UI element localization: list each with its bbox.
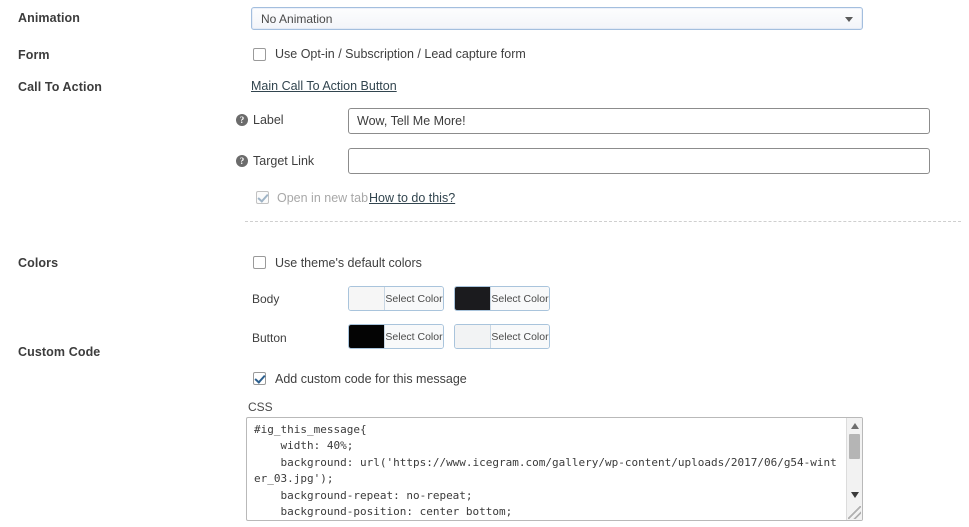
open-in-new-tab-label: Open in new tab — [277, 191, 369, 205]
scrollbar-thumb[interactable] — [849, 434, 860, 459]
animation-select-value: No Animation — [261, 12, 333, 26]
open-in-new-tab-checkbox[interactable] — [256, 191, 269, 204]
row-label-form: Form — [18, 48, 50, 62]
color-swatch — [455, 325, 491, 348]
form-optin-label: Use Opt-in / Subscription / Lead capture… — [275, 47, 526, 61]
color-swatch — [349, 287, 385, 310]
row-label-call-to-action: Call To Action — [18, 80, 103, 94]
css-textarea[interactable]: #ig_this_message{ width: 40%; background… — [247, 418, 847, 520]
color-row-label-body: Body — [252, 292, 280, 306]
cta-label-field-label: Label — [253, 113, 284, 127]
row-label-animation: Animation — [18, 11, 81, 25]
scroll-up-arrow-icon[interactable] — [851, 423, 859, 429]
css-textarea-label: CSS — [248, 400, 273, 414]
css-textarea-wrapper: #ig_this_message{ width: 40%; background… — [246, 417, 863, 521]
button-color-picker-secondary[interactable]: Select Color — [454, 324, 550, 349]
scroll-down-arrow-icon[interactable] — [851, 492, 859, 498]
select-color-label: Select Color — [385, 287, 443, 310]
select-color-label: Select Color — [491, 325, 549, 348]
select-color-label: Select Color — [385, 325, 443, 348]
use-theme-default-colors-label: Use theme's default colors — [275, 256, 422, 270]
settings-panel: Animation No Animation Form Use Opt-in /… — [0, 0, 969, 527]
chevron-down-icon — [845, 17, 853, 22]
add-custom-code-label: Add custom code for this message — [275, 372, 467, 386]
css-textarea-scrollbar[interactable] — [846, 418, 862, 520]
cta-target-field-label: Target Link — [253, 154, 315, 168]
how-to-do-this-link[interactable]: How to do this? — [369, 191, 455, 205]
body-color-picker-secondary[interactable]: Select Color — [454, 286, 550, 311]
cta-label-input[interactable] — [348, 108, 930, 134]
resize-grip-icon[interactable] — [848, 506, 861, 519]
use-theme-default-colors-checkbox[interactable] — [253, 256, 266, 269]
button-color-picker-primary[interactable]: Select Color — [348, 324, 444, 349]
color-swatch — [349, 325, 385, 348]
row-label-colors: Colors — [18, 256, 59, 270]
main-call-to-action-button-link[interactable]: Main Call To Action Button — [251, 79, 397, 93]
body-color-picker-primary[interactable]: Select Color — [348, 286, 444, 311]
cta-target-link-input[interactable] — [348, 148, 930, 174]
help-circle-icon-target-link[interactable]: ? — [236, 155, 248, 167]
help-circle-icon-label[interactable]: ? — [236, 114, 248, 126]
add-custom-code-checkbox[interactable] — [253, 372, 266, 385]
color-row-label-button: Button — [252, 331, 287, 345]
row-label-custom-code: Custom Code — [18, 345, 101, 359]
select-color-label: Select Color — [491, 287, 549, 310]
animation-select[interactable]: No Animation — [251, 7, 863, 30]
color-swatch — [455, 287, 491, 310]
form-optin-checkbox[interactable] — [253, 48, 266, 61]
section-divider — [245, 221, 961, 222]
